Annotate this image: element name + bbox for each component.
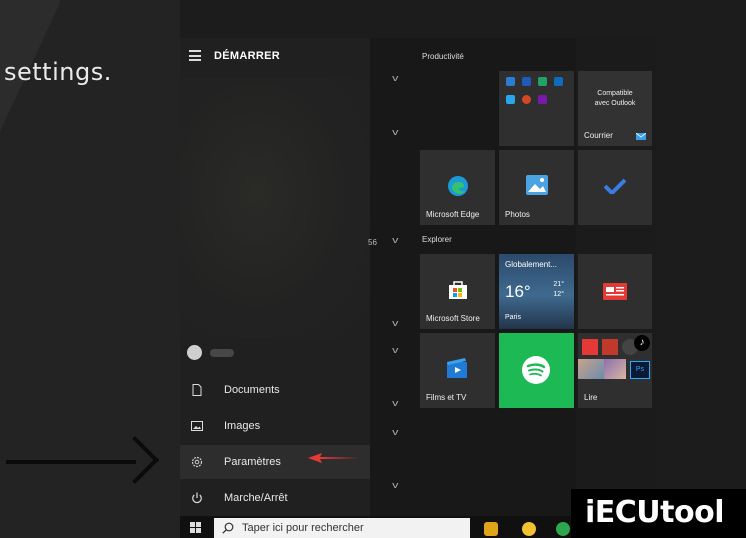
chevron-down-icon[interactable]: v (392, 480, 398, 490)
menu-item-label: Images (224, 420, 261, 432)
tile-weather[interactable]: Globalement... 16° 21° 12° Paris (499, 254, 574, 329)
watermark-text: iECUtool (585, 495, 725, 530)
power-icon (190, 492, 203, 505)
tile-label: Films et TV (426, 393, 467, 402)
weather-low: 12° (553, 291, 564, 298)
photoshop-icon: Ps (630, 361, 650, 379)
tile-outlook-mail[interactable]: Compatible avec Outlook Courrier (578, 71, 652, 146)
blurred-app-list (180, 78, 370, 338)
chevron-down-icon[interactable]: v (392, 427, 398, 437)
taskbar-app-icon[interactable] (522, 522, 536, 536)
menu-item-images[interactable]: Images (180, 409, 370, 443)
roblox-icon (582, 339, 598, 355)
watermark-logo: iECUtool (571, 489, 746, 538)
weather-high-low: 21° 12° (553, 280, 564, 300)
tile-label: Lire (584, 393, 598, 402)
chevron-down-icon[interactable]: v (392, 73, 398, 83)
menu-item-label: Documents (224, 384, 280, 396)
game-thumbnail (578, 359, 604, 379)
tile-subtitle: Compatible (597, 90, 633, 97)
menu-item-label: Paramètres (224, 456, 281, 468)
start-menu-title: DÉMARRER (214, 50, 280, 62)
weather-high: 21° (553, 281, 564, 288)
weather-title: Globalement... (505, 260, 558, 269)
user-name-blurred (210, 348, 234, 357)
office-apps-icon (506, 77, 568, 117)
weather-temperature: 16° (505, 282, 531, 301)
tile-microsoft-edge[interactable]: Microsoft Edge (420, 150, 495, 225)
tile-label: Microsoft Edge (426, 210, 480, 219)
avatar (187, 345, 202, 360)
tile-photos[interactable]: Photos (499, 150, 574, 225)
taskbar-app-icon[interactable] (556, 522, 570, 536)
news-icon (603, 283, 627, 300)
tile-subtitle: avec Outlook (594, 100, 636, 107)
taskbar-search-box[interactable]: Taper ici pour rechercher (214, 518, 470, 538)
search-icon (222, 522, 234, 534)
chevron-down-icon[interactable]: v (392, 318, 398, 328)
app-icon (602, 339, 618, 355)
highlight-arrow-icon (308, 453, 360, 463)
group-label-productivite: Productivité (422, 52, 464, 61)
mail-icon (636, 133, 646, 140)
image-icon (190, 420, 203, 433)
films-tv-icon (447, 358, 467, 378)
chevron-down-icon[interactable]: v (392, 398, 398, 408)
search-placeholder: Taper ici pour rechercher (242, 522, 364, 534)
menu-item-documents[interactable]: Documents (180, 373, 370, 407)
tile-news[interactable] (578, 254, 652, 329)
menu-item-marche-arret[interactable]: Marche/Arrêt (180, 481, 370, 515)
gear-icon (190, 456, 203, 469)
weather-city: Paris (505, 314, 521, 321)
tile-films-tv[interactable]: Films et TV (420, 333, 495, 408)
windows-start-icon[interactable] (190, 522, 202, 534)
tile-todo[interactable] (578, 150, 652, 225)
tile-label: Microsoft Store (426, 314, 480, 323)
photos-icon (526, 175, 548, 195)
tile-label: Photos (505, 210, 530, 219)
tile-play-folder[interactable]: ♪ Ps Lire (578, 333, 652, 408)
checkmark-icon (604, 178, 626, 194)
spotify-icon (522, 356, 550, 384)
overlay-caption: settings. (4, 58, 112, 86)
chevron-down-icon[interactable]: v (392, 127, 398, 137)
chevron-down-icon[interactable]: v (392, 235, 398, 245)
document-icon (190, 384, 203, 397)
partial-text: 56 (368, 238, 377, 247)
hamburger-menu-icon[interactable] (189, 50, 201, 61)
menu-item-label: Marche/Arrêt (224, 492, 288, 504)
user-account[interactable] (187, 345, 234, 360)
file-explorer-icon[interactable] (484, 522, 498, 536)
tile-microsoft-store[interactable]: Microsoft Store (420, 254, 495, 329)
game-thumbnail (604, 359, 626, 379)
tiktok-icon: ♪ (634, 335, 650, 351)
chevron-down-icon[interactable]: v (392, 345, 398, 355)
tile-spotify[interactable] (499, 333, 574, 408)
store-icon (449, 281, 467, 299)
group-label-explorer: Explorer (422, 235, 452, 244)
tile-label: Courrier (584, 131, 613, 140)
edge-icon (448, 176, 468, 196)
